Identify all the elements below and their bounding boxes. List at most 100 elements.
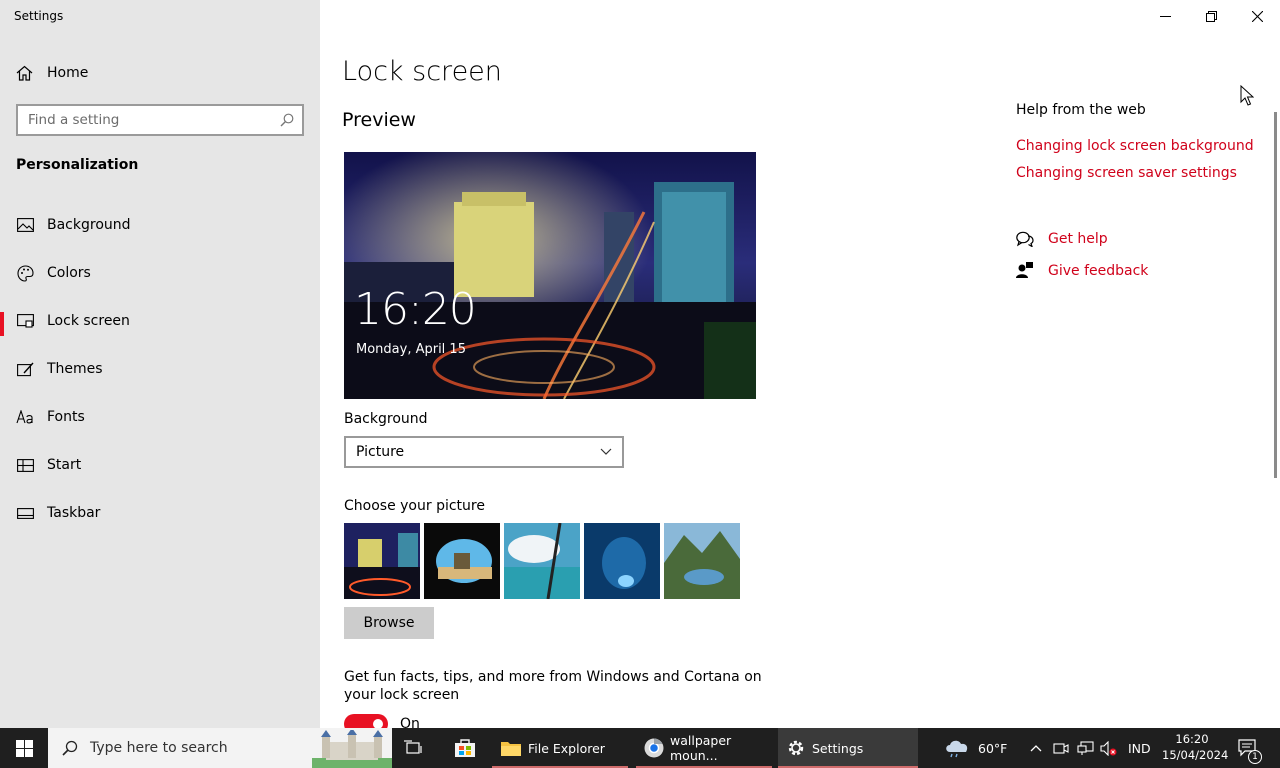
task-view-icon bbox=[404, 740, 422, 754]
themes-icon bbox=[16, 360, 34, 378]
find-setting-search[interactable]: Find a setting bbox=[16, 104, 304, 136]
sidebar-item-label: Start bbox=[47, 457, 82, 473]
chevron-up-icon bbox=[1030, 745, 1042, 752]
taskbar: Type here to search File Explorer wallpa… bbox=[0, 728, 1280, 768]
start-button[interactable] bbox=[0, 728, 48, 768]
castle-illustration-icon bbox=[312, 730, 392, 768]
background-dropdown-value: Picture bbox=[356, 444, 405, 460]
mouse-cursor-icon bbox=[1240, 85, 1254, 106]
close-button[interactable] bbox=[1234, 0, 1280, 32]
sidebar-item-lock-screen[interactable]: Lock screen bbox=[0, 303, 320, 339]
picture-thumbnail-clouds[interactable] bbox=[504, 523, 580, 599]
active-indicator bbox=[0, 312, 4, 336]
sidebar-item-themes[interactable]: Themes bbox=[0, 351, 320, 387]
folder-icon bbox=[501, 742, 521, 756]
lock-screen-preview: 16:20 Monday, April 15 bbox=[344, 152, 756, 399]
picture-thumbnail-underwater[interactable] bbox=[584, 523, 660, 599]
taskbar-icon bbox=[16, 504, 34, 522]
minimize-button[interactable] bbox=[1142, 0, 1188, 32]
sidebar-item-taskbar[interactable]: Taskbar bbox=[0, 495, 320, 531]
sidebar: Settings Home Find a setting Personaliza… bbox=[0, 0, 320, 728]
taskbar-app-label: wallpaper moun... bbox=[670, 733, 732, 763]
chevron-down-icon bbox=[600, 448, 612, 455]
clock-time: 16:20 bbox=[1175, 732, 1209, 746]
sidebar-item-start[interactable]: Start bbox=[0, 447, 320, 483]
sidebar-item-label: Lock screen bbox=[47, 313, 130, 329]
feedback-person-icon bbox=[1016, 262, 1033, 278]
palette-icon bbox=[16, 264, 34, 282]
weather-widget[interactable]: 60°F bbox=[944, 728, 1007, 768]
taskbar-app-label: File Explorer bbox=[528, 740, 605, 756]
home-nav-item[interactable]: Home bbox=[16, 62, 88, 84]
city-night-image bbox=[344, 152, 756, 399]
preview-heading: Preview bbox=[342, 109, 416, 131]
section-title: Personalization bbox=[16, 157, 139, 173]
cloud-rain-icon bbox=[946, 740, 968, 758]
sidebar-item-label: Taskbar bbox=[47, 505, 101, 521]
input-language-label: IND bbox=[1128, 740, 1151, 756]
store-icon bbox=[455, 739, 475, 757]
sidebar-item-colors[interactable]: Colors bbox=[0, 255, 320, 291]
start-icon bbox=[16, 456, 34, 474]
camera-icon bbox=[1053, 743, 1069, 754]
sidebar-item-fonts[interactable]: Fonts bbox=[0, 399, 320, 435]
home-label: Home bbox=[47, 65, 89, 81]
taskbar-app-settings[interactable]: Settings bbox=[778, 728, 918, 768]
help-link-lock-screen-background[interactable]: Changing lock screen background bbox=[1016, 138, 1254, 154]
picture-thumbnail-mountain-lake[interactable] bbox=[664, 523, 740, 599]
taskbar-search[interactable]: Type here to search bbox=[48, 728, 392, 768]
show-hidden-icons-button[interactable] bbox=[1030, 728, 1042, 768]
picture-icon bbox=[16, 216, 34, 234]
restore-icon bbox=[1205, 10, 1217, 22]
network-button[interactable] bbox=[1077, 728, 1094, 768]
vertical-scrollbar[interactable] bbox=[1274, 112, 1277, 478]
taskbar-app-label: Settings bbox=[812, 740, 864, 756]
background-label: Background bbox=[344, 411, 428, 427]
window-controls bbox=[1142, 0, 1280, 32]
search-placeholder: Find a setting bbox=[28, 112, 120, 128]
store-button[interactable] bbox=[454, 728, 476, 768]
restore-button[interactable] bbox=[1188, 0, 1234, 32]
notification-count-badge: 1 bbox=[1248, 750, 1262, 764]
taskbar-app-file-explorer[interactable]: File Explorer bbox=[492, 728, 628, 768]
weather-temperature: 60°F bbox=[978, 740, 1008, 756]
close-icon bbox=[1251, 10, 1263, 22]
help-link-screen-saver[interactable]: Changing screen saver settings bbox=[1016, 165, 1237, 181]
picture-thumbnails bbox=[344, 523, 740, 599]
chat-bubble-icon bbox=[1016, 231, 1034, 247]
search-icon bbox=[62, 740, 78, 756]
sidebar-item-label: Fonts bbox=[47, 409, 85, 425]
input-language-button[interactable]: IND bbox=[1128, 728, 1151, 768]
task-view-button[interactable] bbox=[404, 728, 424, 768]
help-heading: Help from the web bbox=[1016, 102, 1146, 118]
app-title: Settings bbox=[14, 9, 64, 23]
taskbar-app-chrome[interactable]: wallpaper moun... bbox=[636, 728, 772, 768]
search-icon bbox=[280, 113, 294, 127]
get-help-label: Get help bbox=[1048, 231, 1108, 247]
picture-thumbnail-city[interactable] bbox=[344, 523, 420, 599]
sidebar-item-label: Colors bbox=[47, 265, 91, 281]
choose-picture-label: Choose your picture bbox=[344, 498, 485, 514]
volume-button[interactable] bbox=[1100, 728, 1117, 768]
clock-date: 15/04/2024 bbox=[1162, 748, 1229, 762]
clock-button[interactable]: 16:20 15/04/2024 bbox=[1162, 731, 1229, 763]
give-feedback-label: Give feedback bbox=[1048, 262, 1149, 279]
taskbar-search-placeholder: Type here to search bbox=[90, 740, 228, 756]
minimize-icon bbox=[1159, 15, 1171, 17]
meet-now-button[interactable] bbox=[1053, 728, 1069, 768]
home-icon bbox=[16, 65, 33, 81]
windows-logo-icon bbox=[15, 739, 33, 757]
settings-window: Settings Home Find a setting Personaliza… bbox=[0, 0, 1280, 734]
gear-icon bbox=[788, 740, 804, 756]
fun-facts-label: Get fun facts, tips, and more from Windo… bbox=[344, 669, 762, 703]
action-center-button[interactable]: 1 bbox=[1238, 728, 1262, 768]
sidebar-item-label: Themes bbox=[47, 361, 103, 377]
give-feedback-link[interactable]: Give feedback bbox=[1016, 262, 1148, 279]
chrome-icon bbox=[644, 738, 664, 758]
lock-screen-icon bbox=[16, 312, 34, 330]
picture-thumbnail-cave-beach[interactable] bbox=[424, 523, 500, 599]
background-dropdown[interactable]: Picture bbox=[344, 436, 624, 468]
browse-button[interactable]: Browse bbox=[344, 607, 434, 639]
sidebar-item-background[interactable]: Background bbox=[0, 207, 320, 243]
get-help-link[interactable]: Get help bbox=[1016, 231, 1108, 247]
